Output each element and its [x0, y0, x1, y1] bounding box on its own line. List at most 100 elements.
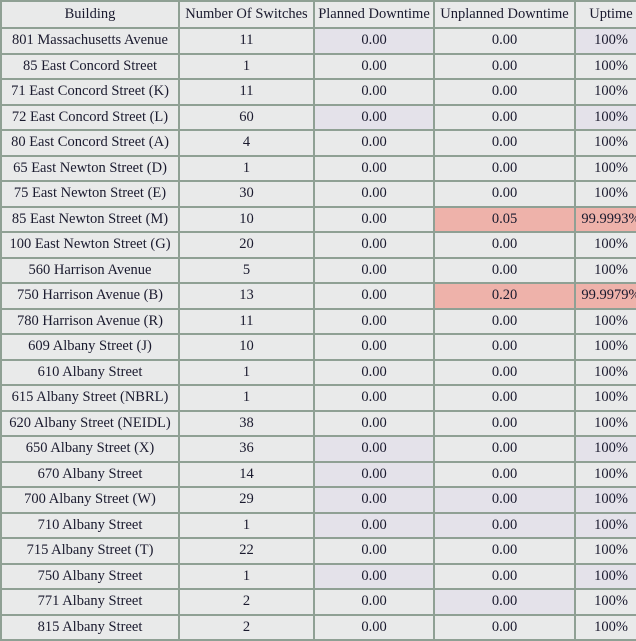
cell-building: 620 Albany Street (NEIDL)	[2, 411, 178, 435]
cell-planned-downtime: 0.00	[315, 564, 433, 588]
cell-planned-downtime: 0.00	[315, 54, 433, 78]
cell-uptime: 100%	[576, 54, 636, 78]
column-header-uptime[interactable]: Uptime	[576, 2, 636, 27]
cell-unplanned-downtime: 0.00	[435, 411, 574, 435]
table-row: 750 Albany Street 1 0.00 0.00 100%	[2, 564, 636, 588]
cell-planned-downtime: 0.00	[315, 284, 433, 308]
cell-planned-downtime: 0.00	[315, 29, 433, 53]
cell-planned-downtime: 0.00	[315, 513, 433, 537]
cell-number-of-switches: 22	[180, 539, 313, 563]
cell-number-of-switches: 36	[180, 437, 313, 461]
cell-uptime: 100%	[576, 539, 636, 563]
table-row: 615 Albany Street (NBRL) 1 0.00 0.00 100%	[2, 386, 636, 410]
cell-uptime: 100%	[576, 462, 636, 486]
cell-building: 75 East Newton Street (E)	[2, 182, 178, 206]
cell-number-of-switches: 4	[180, 131, 313, 155]
table-row: 75 East Newton Street (E) 30 0.00 0.00 100%	[2, 182, 636, 206]
cell-building: 710 Albany Street	[2, 513, 178, 537]
table-row: 560 Harrison Avenue 5 0.00 0.00 100%	[2, 258, 636, 282]
cell-building: 560 Harrison Avenue	[2, 258, 178, 282]
cell-unplanned-downtime: 0.00	[435, 488, 574, 512]
cell-number-of-switches: 14	[180, 462, 313, 486]
cell-unplanned-downtime: 0.00	[435, 182, 574, 206]
cell-number-of-switches: 1	[180, 513, 313, 537]
cell-number-of-switches: 2	[180, 590, 313, 614]
table-row: 610 Albany Street 1 0.00 0.00 100%	[2, 360, 636, 384]
table-row: 620 Albany Street (NEIDL) 38 0.00 0.00 100%	[2, 411, 636, 435]
cell-number-of-switches: 11	[180, 309, 313, 333]
table-body: 801 Massachusetts Avenue 11 0.00 0.00 100% 85…	[2, 29, 636, 639]
table-row: 771 Albany Street 2 0.00 0.00 100%	[2, 590, 636, 614]
cell-uptime: 100%	[576, 386, 636, 410]
table-row: 80 East Concord Street (A) 4 0.00 0.00 100%	[2, 131, 636, 155]
cell-building: 801 Massachusetts Avenue	[2, 29, 178, 53]
cell-number-of-switches: 10	[180, 207, 313, 231]
cell-number-of-switches: 20	[180, 233, 313, 257]
cell-planned-downtime: 0.00	[315, 156, 433, 180]
cell-building: 71 East Concord Street (K)	[2, 80, 178, 104]
column-header-building[interactable]: Building	[2, 2, 178, 27]
cell-building: 780 Harrison Avenue (R)	[2, 309, 178, 333]
cell-planned-downtime: 0.00	[315, 488, 433, 512]
cell-unplanned-downtime: 0.00	[435, 29, 574, 53]
cell-uptime: 100%	[576, 156, 636, 180]
cell-unplanned-downtime: 0.00	[435, 258, 574, 282]
table-row: 801 Massachusetts Avenue 11 0.00 0.00 100%	[2, 29, 636, 53]
table-row: 71 East Concord Street (K) 11 0.00 0.00 100%	[2, 80, 636, 104]
cell-planned-downtime: 0.00	[315, 258, 433, 282]
cell-unplanned-downtime: 0.00	[435, 615, 574, 639]
cell-planned-downtime: 0.00	[315, 80, 433, 104]
cell-number-of-switches: 2	[180, 615, 313, 639]
column-header-planned-downtime[interactable]: Planned Downtime	[315, 2, 433, 27]
cell-uptime: 100%	[576, 360, 636, 384]
cell-unplanned-downtime: 0.00	[435, 590, 574, 614]
table-row: 750 Harrison Avenue (B) 13 0.00 0.20 99.9979…	[2, 284, 636, 308]
cell-unplanned-downtime: 0.00	[435, 335, 574, 359]
table-row: 72 East Concord Street (L) 60 0.00 0.00 100%	[2, 105, 636, 129]
cell-planned-downtime: 0.00	[315, 309, 433, 333]
cell-uptime: 100%	[576, 182, 636, 206]
table-row: 815 Albany Street 2 0.00 0.00 100%	[2, 615, 636, 639]
cell-uptime: 100%	[576, 29, 636, 53]
cell-number-of-switches: 5	[180, 258, 313, 282]
cell-planned-downtime: 0.00	[315, 131, 433, 155]
cell-number-of-switches: 1	[180, 386, 313, 410]
cell-number-of-switches: 11	[180, 80, 313, 104]
cell-planned-downtime: 0.00	[315, 386, 433, 410]
cell-planned-downtime: 0.00	[315, 590, 433, 614]
cell-uptime: 99.9993%	[576, 207, 636, 231]
table-row: 700 Albany Street (W) 29 0.00 0.00 100%	[2, 488, 636, 512]
cell-uptime: 100%	[576, 590, 636, 614]
cell-uptime: 99.9979%	[576, 284, 636, 308]
cell-unplanned-downtime: 0.05	[435, 207, 574, 231]
cell-planned-downtime: 0.00	[315, 105, 433, 129]
cell-building: 771 Albany Street	[2, 590, 178, 614]
cell-uptime: 100%	[576, 437, 636, 461]
cell-uptime: 100%	[576, 411, 636, 435]
cell-building: 815 Albany Street	[2, 615, 178, 639]
cell-planned-downtime: 0.00	[315, 539, 433, 563]
table-row: 710 Albany Street 1 0.00 0.00 100%	[2, 513, 636, 537]
column-header-unplanned-downtime[interactable]: Unplanned Downtime	[435, 2, 574, 27]
cell-number-of-switches: 30	[180, 182, 313, 206]
cell-uptime: 100%	[576, 258, 636, 282]
table-row: 670 Albany Street 14 0.00 0.00 100%	[2, 462, 636, 486]
cell-planned-downtime: 0.00	[315, 462, 433, 486]
cell-planned-downtime: 0.00	[315, 233, 433, 257]
cell-uptime: 100%	[576, 615, 636, 639]
table-row: 650 Albany Street (X) 36 0.00 0.00 100%	[2, 437, 636, 461]
cell-planned-downtime: 0.00	[315, 615, 433, 639]
cell-building: 750 Albany Street	[2, 564, 178, 588]
cell-unplanned-downtime: 0.00	[435, 437, 574, 461]
cell-uptime: 100%	[576, 335, 636, 359]
cell-building: 85 East Newton Street (M)	[2, 207, 178, 231]
cell-planned-downtime: 0.00	[315, 360, 433, 384]
cell-unplanned-downtime: 0.00	[435, 156, 574, 180]
cell-planned-downtime: 0.00	[315, 411, 433, 435]
column-header-switches[interactable]: Number Of Switches	[180, 2, 313, 27]
cell-uptime: 100%	[576, 488, 636, 512]
cell-unplanned-downtime: 0.00	[435, 360, 574, 384]
cell-number-of-switches: 1	[180, 156, 313, 180]
cell-uptime: 100%	[576, 80, 636, 104]
cell-unplanned-downtime: 0.00	[435, 539, 574, 563]
